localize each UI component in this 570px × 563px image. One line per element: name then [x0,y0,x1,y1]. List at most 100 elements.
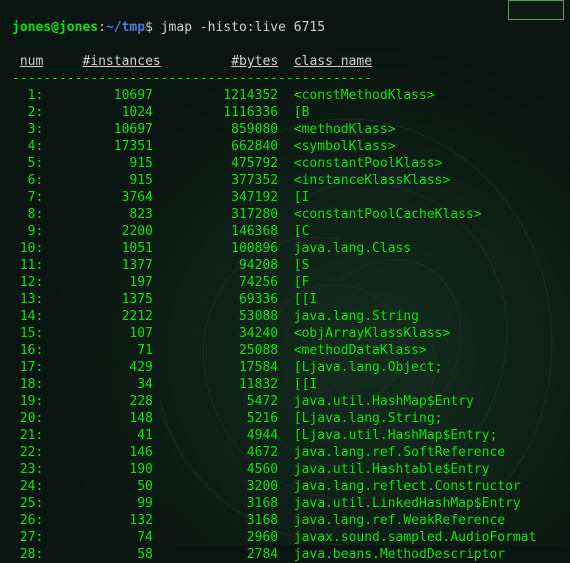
row-classname: java.util.LinkedHashMap$Entry [294,496,521,511]
row-instances: 17351 [43,139,153,154]
row-bytes: 2784 [153,547,278,562]
row-bytes: 4944 [153,428,278,443]
row-bytes: 475792 [153,156,278,171]
row-classname: java.lang.Class [294,241,411,256]
row-num: 6: [12,173,43,188]
row-bytes: 94208 [153,258,278,273]
row-classname: javax.sound.sampled.AudioFormat [294,530,537,545]
row-bytes: 347192 [153,190,278,205]
row-instances: 2212 [43,309,153,324]
row-bytes: 662840 [153,139,278,154]
col-header-num: num [20,54,43,69]
row-instances: 99 [43,496,153,511]
row-num: 4: [12,139,43,154]
row-bytes: 2960 [153,530,278,545]
row-num: 22: [12,445,43,460]
col-header-bytes: #bytes [231,54,278,69]
row-classname: [F [294,275,310,290]
row-num: 10: [12,241,43,256]
row-num: 24: [12,479,43,494]
row-bytes: 859080 [153,122,278,137]
row-classname: java.beans.MethodDescriptor [294,547,505,562]
row-num: 9: [12,224,43,239]
row-num: 7: [12,190,43,205]
row-num: 25: [12,496,43,511]
row-bytes: 146368 [153,224,278,239]
row-instances: 74 [43,530,153,545]
row-instances: 146 [43,445,153,460]
row-bytes: 377352 [153,173,278,188]
separator-line: ----------------------------------------… [12,71,372,86]
col-header-class: class name [294,54,372,69]
row-bytes: 3200 [153,479,278,494]
window-tab[interactable] [508,0,564,20]
row-classname: java.lang.ref.WeakReference [294,513,505,528]
row-bytes: 1116336 [153,105,278,120]
row-bytes: 11832 [153,377,278,392]
row-instances: 132 [43,513,153,528]
row-instances: 71 [43,343,153,358]
row-bytes: 17584 [153,360,278,375]
row-instances: 107 [43,326,153,341]
row-instances: 1375 [43,292,153,307]
row-instances: 1377 [43,258,153,273]
row-num: 27: [12,530,43,545]
prompt-path: ~/tmp [106,20,145,35]
row-instances: 10697 [43,122,153,137]
command-text: jmap -histo:live 6715 [161,20,325,35]
row-bytes: 53088 [153,309,278,324]
row-num: 3: [12,122,43,137]
row-classname: [S [294,258,310,273]
row-bytes: 100896 [153,241,278,256]
row-classname: [I [294,190,310,205]
row-instances: 915 [43,173,153,188]
row-instances: 50 [43,479,153,494]
row-bytes: 317280 [153,207,278,222]
row-classname: <methodDataKlass> [294,343,427,358]
row-instances: 823 [43,207,153,222]
row-instances: 2200 [43,224,153,239]
row-classname: java.util.HashMap$Entry [294,394,474,409]
row-classname: <constMethodKlass> [294,88,435,103]
row-instances: 148 [43,411,153,426]
row-classname: <instanceKlassKlass> [294,173,451,188]
row-classname: [[I [294,292,317,307]
row-num: 8: [12,207,43,222]
row-instances: 1024 [43,105,153,120]
row-classname: <constantPoolCacheKlass> [294,207,482,222]
row-num: 18: [12,377,43,392]
row-bytes: 3168 [153,513,278,528]
row-classname: <methodKlass> [294,122,396,137]
row-instances: 1051 [43,241,153,256]
row-instances: 41 [43,428,153,443]
row-classname: [Ljava.lang.String; [294,411,443,426]
row-bytes: 1214352 [153,88,278,103]
row-bytes: 69336 [153,292,278,307]
row-num: 17: [12,360,43,375]
row-num: 28: [12,547,43,562]
row-classname: [Ljava.util.HashMap$Entry; [294,428,498,443]
row-classname: [B [294,105,310,120]
row-instances: 3764 [43,190,153,205]
row-instances: 190 [43,462,153,477]
row-num: 12: [12,275,43,290]
row-bytes: 4672 [153,445,278,460]
row-classname: [C [294,224,310,239]
row-classname: <objArrayKlassKlass> [294,326,451,341]
row-num: 23: [12,462,43,477]
row-num: 2: [12,105,43,120]
row-instances: 34 [43,377,153,392]
row-classname: java.lang.String [294,309,419,324]
row-classname: java.util.Hashtable$Entry [294,462,490,477]
row-bytes: 5216 [153,411,278,426]
row-bytes: 3168 [153,496,278,511]
terminal-output: jones@jones:~/tmp$ jmap -histo:live 6715… [0,0,570,563]
row-bytes: 74256 [153,275,278,290]
row-bytes: 4560 [153,462,278,477]
row-num: 19: [12,394,43,409]
row-num: 14: [12,309,43,324]
row-classname: java.lang.reflect.Constructor [294,479,521,494]
row-num: 15: [12,326,43,341]
prompt-dollar: $ [145,20,153,35]
row-num: 11: [12,258,43,273]
